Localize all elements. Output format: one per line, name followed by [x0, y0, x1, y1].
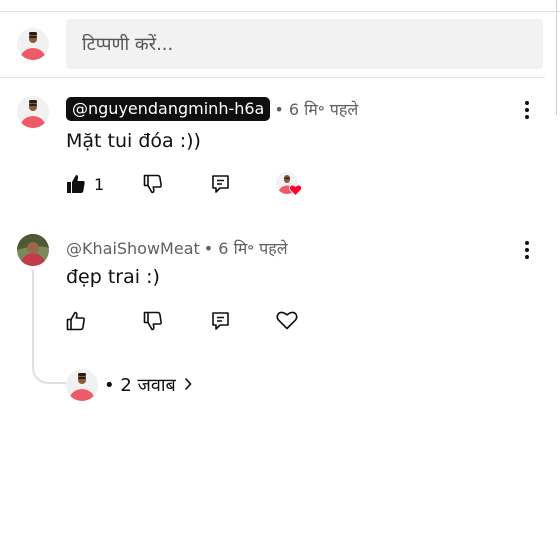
comment-placeholder: टिप्पणी करें...: [82, 34, 174, 55]
reply-button[interactable]: [211, 174, 231, 194]
comment-timestamp: • 6 मि॰ पहले: [203, 239, 288, 258]
more-vert-icon[interactable]: [521, 99, 533, 121]
top-divider: [0, 11, 560, 12]
commenter-avatar[interactable]: [17, 234, 49, 266]
comment-author-handle[interactable]: @nguyendangminh-h6a: [66, 97, 271, 121]
heart-icon: [289, 184, 302, 196]
view-replies-button[interactable]: • 2 जवाब: [104, 373, 192, 397]
comment-text: Mặt tui đóa :)): [66, 130, 201, 152]
heart-button[interactable]: [276, 310, 298, 330]
thumbs-up-icon: [66, 174, 86, 194]
like-button[interactable]: 1: [66, 174, 104, 194]
comment-input[interactable]: टिप्पणी करें...: [66, 19, 543, 69]
current-user-avatar[interactable]: [17, 28, 49, 60]
chevron-right-icon: [184, 375, 192, 396]
thumbs-up-icon: [66, 311, 86, 331]
commenter-avatar[interactable]: [17, 96, 49, 128]
reply-icon: [211, 311, 231, 331]
comment-timestamp: • 6 मि॰ पहले: [274, 100, 359, 119]
comment-text: đẹp trai :): [66, 266, 160, 288]
replies-count-label: • 2 जवाब: [104, 375, 176, 396]
like-button[interactable]: [66, 311, 86, 331]
compose-divider: [0, 77, 545, 78]
reply-button[interactable]: [211, 311, 231, 331]
comment-meta: @nguyendangminh-h6a • 6 मि॰ पहले: [66, 97, 358, 121]
scrollbar[interactable]: [556, 0, 557, 115]
comment-author-handle[interactable]: @KhaiShowMeat: [66, 239, 200, 258]
like-count: 1: [94, 174, 105, 194]
heart-icon: [276, 310, 298, 330]
dislike-button[interactable]: [143, 174, 163, 194]
thumbs-down-icon: [143, 311, 163, 331]
dislike-button[interactable]: [143, 311, 163, 331]
comment-meta: @KhaiShowMeat • 6 मि॰ पहले: [66, 237, 288, 259]
thumbs-down-icon: [143, 174, 163, 194]
reply-icon: [211, 174, 231, 194]
more-vert-icon[interactable]: [521, 239, 533, 261]
creator-heart-badge: [276, 172, 302, 198]
reply-author-avatar: [66, 369, 98, 401]
reply-thread-line: [32, 270, 68, 384]
